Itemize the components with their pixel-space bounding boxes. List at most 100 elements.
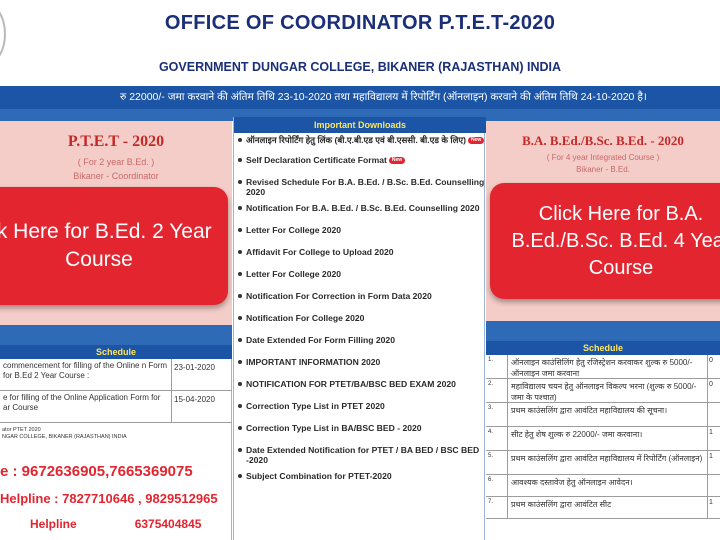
download-link[interactable]: NOTIFICATION FOR PTET/BA/BSC BED EXAM 20… — [236, 379, 486, 389]
table-row: e for filling of the Online Application … — [0, 391, 232, 423]
schedule-value — [708, 475, 720, 496]
download-link-label: IMPORTANT INFORMATION 2020 — [246, 357, 381, 367]
ba-bed-button-line3: Course — [588, 257, 654, 279]
schedule-value: 1 — [709, 453, 713, 460]
download-link[interactable]: Correction Type List in PTET 2020 — [236, 401, 486, 411]
new-badge: New — [468, 137, 485, 145]
bed-2-year-subheading: ( For 2 year B.Ed. ) — [77, 157, 155, 167]
download-link[interactable]: ऑनलाइन रिपोर्टिंग हेतु लिंक (बी.ए.बी.एड … — [236, 135, 486, 145]
download-link-label: Revised Schedule For B.A. B.Ed. / B.Sc. … — [246, 177, 485, 197]
helpline-label: Helpline — [30, 517, 77, 531]
schedule-serial: 1. — [486, 355, 508, 378]
important-downloads-panel: Important Downloads ऑनलाइन रिपोर्टिंग हे… — [233, 117, 486, 540]
download-link[interactable]: Revised Schedule For B.A. B.Ed. / B.Sc. … — [236, 177, 486, 197]
schedule-value: 1 — [709, 499, 713, 506]
page-title: OFFICE OF COORDINATOR P.T.E.T-2020 — [164, 12, 556, 34]
left-divider-bar — [0, 325, 232, 345]
schedule-desc: प्रथम काउंसलिंग द्वारा आवंटित महाविद्याल… — [508, 451, 708, 474]
download-link-label: Affidavit For College to Upload 2020 — [246, 247, 394, 257]
download-link-label: Date Extended For Form Filling 2020 — [246, 335, 395, 345]
download-link-label: Letter For College 2020 — [246, 225, 342, 235]
download-link-label: ऑनलाइन रिपोर्टिंग हेतु लिंक (बी.ए.बी.एड … — [246, 135, 467, 145]
downloads-list: ऑनलाइन रिपोर्टिंग हेतु लिंक (बी.ए.बी.एड … — [236, 135, 486, 493]
left-schedule-title: Schedule — [0, 345, 232, 359]
download-link[interactable]: Date Extended For Form Filling 2020 — [236, 335, 486, 345]
bed-2-year-button-line1: ck Here for B.Ed. 2 Year — [0, 220, 212, 243]
ba-bed-button-line2: B.Ed./B.Sc. B.Ed. 4 Year — [511, 230, 720, 252]
schedule-desc: प्रथम काउंसलिंग द्वारा आवंटित महाविद्याल… — [508, 403, 708, 426]
download-link[interactable]: Notification For College 2020 — [236, 313, 486, 323]
site-header: OFFICE OF COORDINATOR P.T.E.T-2020 GOVER… — [0, 0, 720, 86]
page-subtitle: GOVERNMENT DUNGAR COLLEGE, BIKANER (RAJA… — [158, 60, 562, 74]
download-link[interactable]: Date Extended Notification for PTET / BA… — [236, 445, 486, 465]
bed-2-year-course-button[interactable]: ck Here for B.Ed. 2 Year Course — [0, 187, 228, 305]
download-link-label: Correction Type List in BA/BSC BED - 202… — [246, 423, 422, 433]
table-row: 5. प्रथम काउंसलिंग द्वारा आवंटित महाविद्य… — [486, 451, 720, 475]
download-link[interactable]: Notification For B.A. B.Ed. / B.Sc. B.Ed… — [236, 203, 486, 213]
download-link[interactable]: Affidavit For College to Upload 2020 — [236, 247, 486, 257]
bed-2-year-location: Bikaner - Coordinator — [73, 171, 159, 181]
schedule-date: 15-04-2020 — [174, 395, 215, 404]
schedule-serial: 4. — [486, 427, 508, 450]
bed-2-year-heading: P.T.E.T - 2020 — [67, 133, 165, 150]
schedule-serial: 7. — [486, 497, 508, 518]
ba-bed-banner: B.A. B.Ed./B.Sc. B.Ed. - 2020 ( For 4 ye… — [486, 121, 720, 321]
download-link[interactable]: Letter For College 2020 — [236, 225, 486, 235]
download-link-label: Correction Type List in PTET 2020 — [246, 401, 385, 411]
right-schedule-title: Schedule — [486, 341, 720, 355]
contact-line: ator PTET 2020 — [2, 427, 41, 433]
bed-2-year-panel: P.T.E.T - 2020 ( For 2 year B.Ed. ) Bika… — [0, 121, 232, 540]
downloads-heading: Important Downloads — [234, 117, 486, 133]
download-link[interactable]: IMPORTANT INFORMATION 2020 — [236, 357, 486, 367]
download-link-label: Letter For College 2020 — [246, 269, 342, 279]
table-row: 4. सीट हेतु शेष शुल्क रु 22000/- जमा करवा… — [486, 427, 720, 451]
download-link-label: NOTIFICATION FOR PTET/BA/BSC BED EXAM 20… — [246, 379, 456, 389]
schedule-value: 0 — [709, 357, 713, 364]
download-link[interactable]: Self Declaration Certificate Format New — [236, 155, 486, 165]
right-schedule-table: 1. ऑनलाइन काउंसिलिंग हेतु रजिस्ट्रेशन करव… — [486, 355, 720, 519]
schedule-desc: e for filling of the Online Application … — [0, 391, 172, 422]
schedule-desc: प्रथम काउंसलिंग द्वारा आवंटित सीट — [508, 497, 708, 518]
schedule-desc: सीट हेतु शेष शुल्क रु 22000/- जमा करवाना… — [508, 427, 708, 450]
ba-bed-subheading: ( For 4 year Integrated Course ) — [546, 153, 660, 162]
download-link-label: Date Extended Notification for PTET / BA… — [246, 445, 480, 465]
schedule-value — [708, 403, 720, 426]
table-row: 2. महाविद्यालय चयन हेतु ऑनलाइन विकल्प भरन… — [486, 379, 720, 403]
phone-numbers: e : 9672636905,7665369075 — [0, 463, 193, 480]
download-link-label: Notification For College 2020 — [246, 313, 365, 323]
table-row: 3. प्रथम काउंसलिंग द्वारा आवंटित महाविद्य… — [486, 403, 720, 427]
announcement-marquee[interactable]: रु 22000/- जमा करवाने की अंतिम तिथि 23-1… — [0, 86, 720, 109]
ba-bed-4-year-panel: B.A. B.Ed./B.Sc. B.Ed. - 2020 ( For 4 ye… — [486, 121, 720, 540]
schedule-desc: आवश्यक दस्तावेज हेतु ऑनलाइन आवेदन। — [508, 475, 708, 496]
schedule-desc: ऑनलाइन काउंसिलिंग हेतु रजिस्ट्रेशन करवाक… — [508, 355, 708, 378]
helpline-number: 6375404845 — [134, 517, 202, 531]
table-row: commencement for filling of the Online n… — [0, 359, 232, 391]
schedule-date: 23-01-2020 — [174, 363, 215, 372]
bed-2-year-banner: P.T.E.T - 2020 ( For 2 year B.Ed. ) Bika… — [0, 121, 232, 325]
bed-2-year-button-line2: Course — [65, 248, 133, 271]
schedule-value: 1 — [709, 429, 713, 436]
download-link[interactable]: Subject Combination for PTET-2020 — [236, 471, 486, 481]
schedule-desc: महाविद्यालय चयन हेतु ऑनलाइन विकल्प भरना … — [508, 379, 708, 402]
download-link[interactable]: Letter For College 2020 — [236, 269, 486, 279]
right-divider-bar — [486, 321, 720, 341]
schedule-value: 0 — [709, 381, 713, 388]
contact-address: ator PTET 2020 NGAR COLLEGE, BIKANER (RA… — [2, 427, 232, 441]
download-link[interactable]: Notification For Correction in Form Data… — [236, 291, 486, 301]
download-link-label: Self Declaration Certificate Format — [246, 155, 387, 165]
marquee-text: रु 22000/- जमा करवाने की अंतिम तिथि 23-1… — [120, 91, 647, 103]
ba-bed-heading: B.A. B.Ed./B.Sc. B.Ed. - 2020 — [522, 133, 684, 148]
left-schedule-table: commencement for filling of the Online n… — [0, 359, 232, 423]
schedule-serial: 6. — [486, 475, 508, 496]
ba-bed-4-year-course-button[interactable]: Click Here for B.A. B.Ed./B.Sc. B.Ed. 4 … — [490, 183, 720, 299]
download-link-label: Subject Combination for PTET-2020 — [246, 471, 392, 481]
ba-bed-location: Bikaner - B.Ed. — [576, 165, 630, 174]
download-link-label: Notification For B.A. B.Ed. / B.Sc. B.Ed… — [246, 203, 480, 213]
schedule-serial: 5. — [486, 451, 508, 474]
schedule-serial: 2. — [486, 379, 508, 402]
download-link[interactable]: Correction Type List in BA/BSC BED - 202… — [236, 423, 486, 433]
helpline-secondary: Helpline 6375404845 — [30, 517, 230, 531]
table-row: 6. आवश्यक दस्तावेज हेतु ऑनलाइन आवेदन। — [486, 475, 720, 497]
schedule-serial: 3. — [486, 403, 508, 426]
helpline-numbers: Helpline : 7827710646 , 9829512965 — [0, 491, 218, 506]
